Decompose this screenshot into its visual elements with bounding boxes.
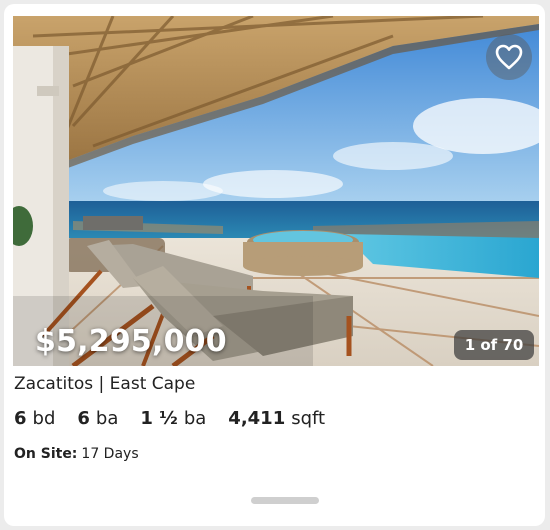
- on-site-label: On Site:: [14, 446, 78, 462]
- listing-photo[interactable]: $5,295,000 1 of 70: [13, 16, 539, 366]
- listing-specs: 6 bd 6 ba 1 ½ ba 4,411 sqft: [14, 408, 325, 429]
- spec-half-bathrooms: 1 ½ ba: [140, 408, 206, 429]
- heart-outline-icon: [495, 44, 523, 70]
- spec-bedrooms: 6 bd: [14, 408, 55, 429]
- spec-bathrooms-count: 6: [77, 408, 90, 429]
- listing-card[interactable]: $5,295,000 1 of 70 Zacatitos | East Cape…: [4, 4, 545, 526]
- on-site-info: On Site: 17 Days: [14, 446, 139, 462]
- favorite-button[interactable]: [486, 34, 532, 80]
- spec-half-bathrooms-count: 1 ½: [140, 408, 178, 429]
- listing-location[interactable]: Zacatitos | East Cape: [14, 374, 195, 394]
- spec-square-feet: 4,411 sqft: [228, 408, 325, 429]
- photo-counter: 1 of 70: [454, 330, 534, 360]
- spec-bedrooms-unit: bd: [32, 408, 56, 429]
- drag-handle[interactable]: [251, 497, 319, 504]
- listing-photo-image: [13, 16, 539, 366]
- spec-half-bathrooms-unit: ba: [183, 408, 207, 429]
- spec-square-feet-count: 4,411: [228, 408, 286, 429]
- spec-bathrooms-unit: ba: [95, 408, 119, 429]
- spec-square-feet-unit: sqft: [291, 408, 326, 429]
- listing-price: $5,295,000: [35, 324, 227, 359]
- on-site-value: 17 Days: [81, 446, 139, 462]
- spec-bathrooms: 6 ba: [77, 408, 118, 429]
- spec-bedrooms-count: 6: [14, 408, 27, 429]
